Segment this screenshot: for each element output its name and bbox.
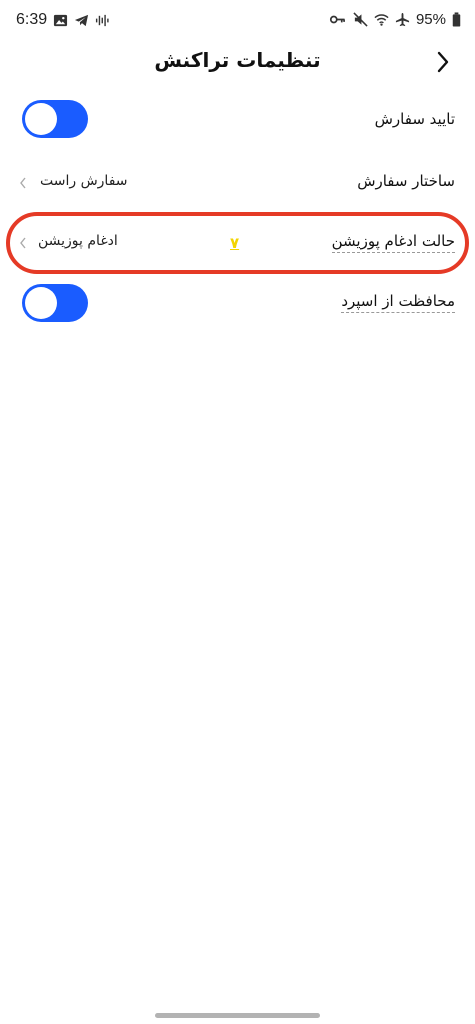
wifi-icon — [374, 14, 389, 26]
header: تنظیمات تراکنش — [0, 44, 475, 80]
status-left: 6:39 — [16, 11, 110, 29]
chevron-left-icon — [20, 177, 26, 189]
setting-row-order-structure[interactable]: ساختار سفارش سفارش راست — [0, 166, 475, 200]
spread-protection-label: محافظت از اسپرد — [341, 292, 455, 313]
gallery-icon — [54, 14, 68, 26]
toggle-knob — [25, 287, 57, 319]
spread-protection-toggle[interactable] — [22, 284, 88, 322]
status-bar: 6:39 95% — [0, 0, 475, 44]
setting-row-position-merge[interactable]: حالت ادغام پوزیشن ادغام پوزیشن — [0, 226, 475, 260]
telegram-icon — [75, 14, 89, 26]
status-right: 95% — [329, 11, 461, 28]
order-structure-label: ساختار سفارش — [357, 172, 455, 190]
mute-icon — [353, 12, 368, 27]
setting-row-order-confirm: تایید سفارش — [0, 98, 475, 142]
voice-wave-icon — [96, 14, 109, 26]
back-button[interactable] — [431, 48, 455, 76]
setting-row-spread-protection: محافظت از اسپرد — [0, 282, 475, 326]
status-time: 6:39 — [16, 11, 48, 28]
toggle-knob — [25, 103, 57, 135]
order-structure-value: سفارش راست — [40, 173, 128, 189]
battery-icon — [452, 12, 461, 27]
order-confirm-label: تایید سفارش — [374, 110, 455, 128]
home-indicator[interactable] — [155, 1013, 320, 1018]
order-confirm-toggle[interactable] — [22, 100, 88, 138]
page-title: تنظیمات تراکنش — [154, 48, 321, 72]
position-merge-value: ادغام پوزیشن — [38, 233, 118, 249]
chevron-right-icon — [437, 51, 449, 73]
key-icon — [329, 15, 345, 24]
chevron-left-icon — [20, 237, 26, 249]
battery-percentage: 95% — [415, 11, 446, 28]
airplane-icon — [395, 12, 410, 27]
position-merge-label: حالت ادغام پوزیشن — [331, 232, 455, 253]
